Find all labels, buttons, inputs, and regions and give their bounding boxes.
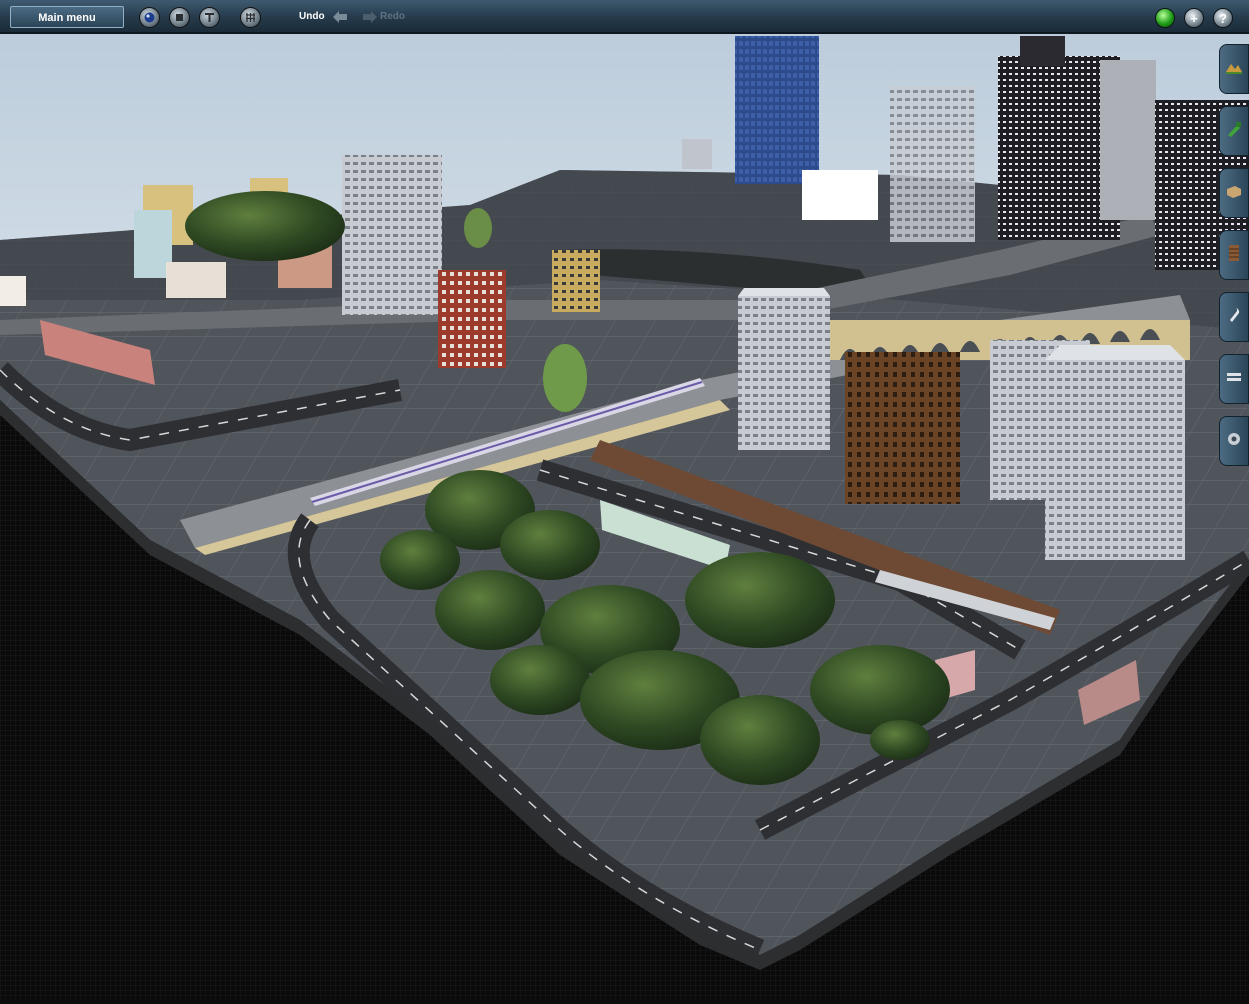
topology-tool-tab[interactable]	[1219, 44, 1249, 94]
stop-icon	[170, 8, 189, 27]
tracks-icon	[1226, 244, 1242, 267]
layers-tab[interactable]	[1219, 354, 1249, 404]
3d-viewport[interactable]	[0, 0, 1249, 999]
driver-tool-button[interactable]	[139, 7, 160, 28]
status-light-icon[interactable]	[1155, 8, 1175, 28]
redo-button[interactable]: Redo	[380, 11, 405, 22]
track-paint-tab[interactable]	[1219, 106, 1249, 156]
track-tool-icon	[200, 8, 219, 27]
top-toolbar: Main menu Undo Redo + ?	[0, 0, 1249, 34]
tracks-tab[interactable]	[1219, 230, 1249, 280]
help-icon[interactable]: ?	[1213, 8, 1233, 28]
topology-tool-icon	[1225, 59, 1243, 80]
redo-arrow-icon[interactable]	[362, 10, 378, 29]
stop-button[interactable]	[169, 7, 190, 28]
track-paint-icon	[1225, 120, 1243, 143]
undo-arrow-icon[interactable]	[332, 10, 348, 29]
world-scene	[0, 0, 1249, 999]
settings-icon	[1225, 430, 1243, 453]
layers-icon	[1225, 369, 1243, 390]
plus-icon[interactable]: +	[1184, 8, 1204, 28]
undo-button[interactable]: Undo	[299, 11, 325, 22]
driver-tool-icon	[140, 8, 159, 27]
track-tool-button[interactable]	[199, 7, 220, 28]
objects-tab[interactable]	[1219, 168, 1249, 218]
objects-icon	[1225, 183, 1243, 204]
grid-button[interactable]	[240, 7, 261, 28]
wrench-icon	[1226, 306, 1242, 329]
main-menu-button[interactable]: Main menu	[10, 6, 124, 28]
settings-tab[interactable]	[1219, 416, 1249, 466]
grid-icon	[241, 8, 260, 27]
wrench-tab[interactable]	[1219, 292, 1249, 342]
